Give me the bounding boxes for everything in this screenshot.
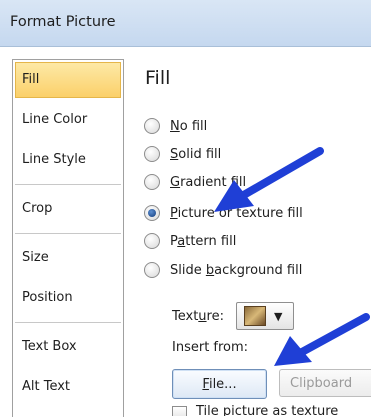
sidebar-item-fill[interactable]: Fill xyxy=(15,62,121,98)
option-label: Slide background fill xyxy=(170,262,303,278)
insert-from-label: Insert from: xyxy=(172,340,249,355)
option-label: No fill xyxy=(170,118,208,134)
radio-button[interactable] xyxy=(144,118,160,134)
radio-slide-background-fill[interactable]: Slide background fill xyxy=(144,259,302,281)
category-sidebar: Fill Line Color Line Style Crop Size Pos… xyxy=(12,59,124,417)
radio-pattern-fill[interactable]: Pattern fill xyxy=(144,230,236,252)
sidebar-item-size[interactable]: Size xyxy=(13,238,123,278)
window-title: Format Picture xyxy=(10,14,116,30)
fill-panel: Fill No fill Solid fill Gradient fill Pi… xyxy=(134,47,371,416)
texture-dropdown[interactable]: ▼ xyxy=(235,302,294,330)
tile-checkbox[interactable] xyxy=(172,406,187,416)
tile-picture-row[interactable]: Tile picture as texture xyxy=(172,404,338,416)
option-label: Solid fill xyxy=(170,146,222,162)
sidebar-item-line-style[interactable]: Line Style xyxy=(13,140,123,180)
radio-solid-fill[interactable]: Solid fill xyxy=(144,143,221,165)
sidebar-divider xyxy=(15,184,121,185)
file-button-label: File... xyxy=(202,376,237,392)
sidebar-item-line-color[interactable]: Line Color xyxy=(13,100,123,140)
tile-checkbox-label: Tile picture as texture xyxy=(196,404,339,416)
file-button[interactable]: File... xyxy=(172,369,267,399)
radio-button-selected[interactable] xyxy=(144,205,160,221)
caret-down-icon: ▼ xyxy=(273,309,283,323)
sidebar-item-crop[interactable]: Crop xyxy=(13,189,123,229)
option-label: Pattern fill xyxy=(170,233,237,249)
panel-heading: Fill xyxy=(145,67,171,89)
sidebar-divider xyxy=(15,322,121,323)
option-label: Gradient fill xyxy=(170,174,247,190)
radio-gradient-fill[interactable]: Gradient fill xyxy=(144,171,246,193)
texture-row: Texture: ▼ xyxy=(172,302,294,330)
sidebar-item-text-box[interactable]: Text Box xyxy=(13,327,123,367)
radio-button[interactable] xyxy=(144,262,160,278)
sidebar-item-alt-text[interactable]: Alt Text xyxy=(13,367,123,407)
clipboard-button[interactable]: Clipboard xyxy=(279,369,371,397)
sidebar-divider xyxy=(15,233,121,234)
radio-button[interactable] xyxy=(144,174,160,190)
sidebar-item-position[interactable]: Position xyxy=(13,278,123,318)
radio-picture-texture-fill[interactable]: Picture or texture fill xyxy=(144,202,303,224)
dialog-body: Fill Line Color Line Style Crop Size Pos… xyxy=(0,47,371,417)
radio-button[interactable] xyxy=(144,146,160,162)
texture-label: Texture: xyxy=(172,308,224,324)
radio-button[interactable] xyxy=(144,233,160,249)
option-label: Picture or texture fill xyxy=(170,205,303,221)
texture-swatch-icon xyxy=(243,306,266,326)
radio-no-fill[interactable]: No fill xyxy=(144,115,207,137)
title-bar: Format Picture xyxy=(0,0,371,47)
clipboard-button-label: Clipboard xyxy=(290,375,353,391)
